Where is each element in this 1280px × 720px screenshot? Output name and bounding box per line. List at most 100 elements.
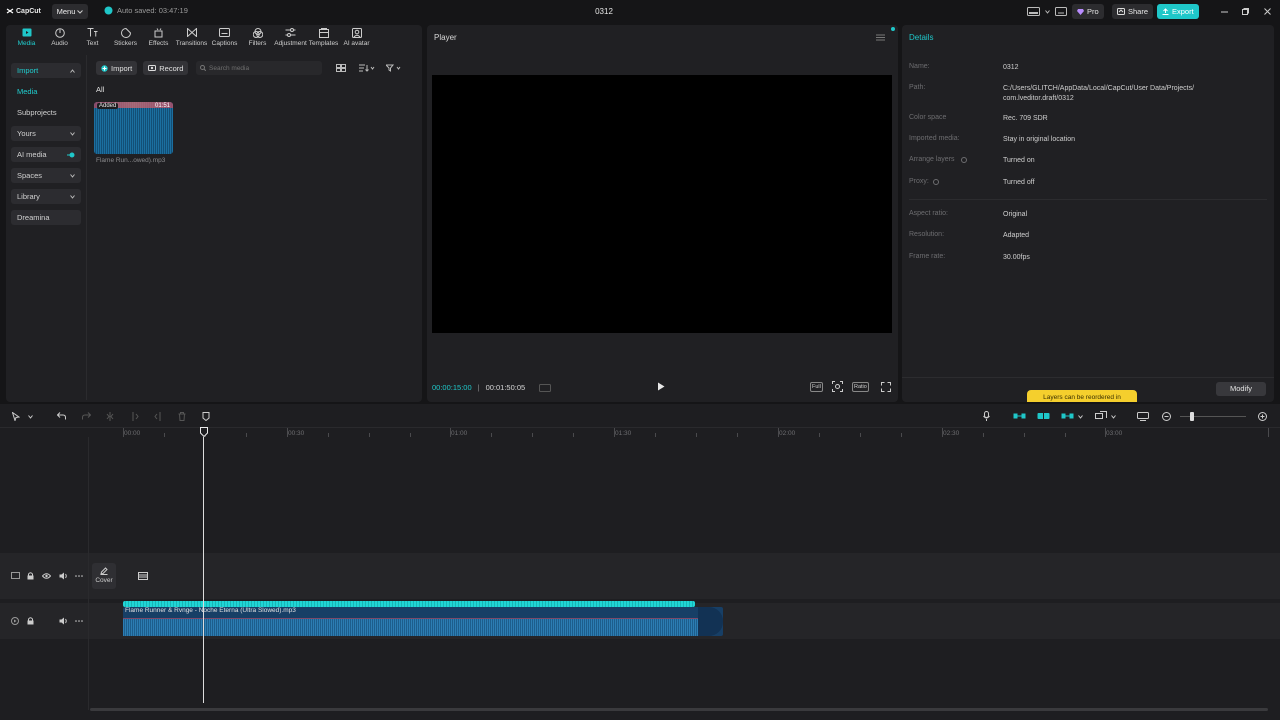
tab-media[interactable]: Media	[10, 27, 43, 51]
lock-icon[interactable]	[27, 572, 34, 580]
zoom-slider-handle[interactable]	[1190, 412, 1194, 421]
minimize-icon[interactable]	[1221, 11, 1228, 13]
cover-button[interactable]: Cover	[92, 563, 116, 589]
chevron-down-icon[interactable]	[1078, 415, 1083, 419]
split-icon[interactable]	[106, 412, 114, 421]
audio-fade-handle[interactable]	[698, 607, 723, 636]
caption-toggle-icon[interactable]	[1137, 412, 1149, 421]
sidebar-item-label: Spaces	[17, 171, 43, 180]
pro-button[interactable]: Pro	[1072, 4, 1104, 19]
ratio-button[interactable]: Ratio	[852, 382, 869, 392]
tab-adjustment[interactable]: Adjustment	[274, 27, 307, 51]
select-tool-icon[interactable]	[12, 412, 20, 421]
film-strip-icon	[138, 572, 148, 580]
player-menu-icon[interactable]	[876, 34, 885, 41]
sidebar-item-library[interactable]: Library	[11, 189, 81, 204]
detail-value: 0312	[1003, 64, 1019, 71]
media-item-audio[interactable]: Added 01:51	[94, 102, 173, 154]
timeline-scrollbar[interactable]	[90, 708, 1268, 711]
search-media-input[interactable]: Search media	[196, 61, 322, 75]
grid-view-icon[interactable]	[336, 64, 346, 72]
restore-icon[interactable]	[1242, 8, 1249, 15]
search-icon	[200, 65, 206, 71]
sidebar-item-import[interactable]: Import	[11, 63, 81, 78]
player-preview[interactable]	[432, 75, 892, 333]
playhead-line[interactable]	[203, 437, 204, 703]
tab-label: Adjustment	[274, 40, 307, 47]
marker-icon[interactable]	[202, 412, 210, 421]
layers-tooltip: Layers can be reordered in	[1027, 390, 1137, 402]
redo-icon[interactable]	[82, 412, 91, 420]
zoom-out-icon[interactable]	[1162, 412, 1171, 421]
share-button[interactable]: Share	[1112, 4, 1154, 19]
sidebar-item-ai-media[interactable]: AI media	[11, 147, 81, 162]
tab-transitions[interactable]: Transitions	[175, 27, 208, 51]
eye-icon[interactable]	[42, 573, 51, 579]
tab-stickers[interactable]: Stickers	[109, 27, 142, 51]
track-type-icon	[11, 572, 20, 579]
sort-icon[interactable]	[359, 64, 375, 72]
menu-label: Menu	[56, 7, 76, 16]
timecode-format-icon[interactable]	[539, 383, 552, 392]
filter-icon[interactable]	[386, 64, 402, 72]
zoom-in-icon[interactable]	[1258, 412, 1267, 421]
shortcuts-icon[interactable]	[1055, 7, 1067, 16]
audio-icon	[54, 27, 66, 38]
tab-templates[interactable]: Templates	[307, 27, 340, 51]
ruler-minor-tick	[164, 433, 165, 437]
sidebar-item-media[interactable]: Media	[11, 84, 81, 99]
preview-axis-icon[interactable]	[1095, 411, 1107, 421]
info-icon[interactable]	[961, 157, 967, 163]
tab-filters[interactable]: Filters	[241, 27, 274, 51]
main-track-magnet-icon[interactable]	[1013, 413, 1026, 419]
text-icon	[87, 27, 99, 38]
menu-button[interactable]: Menu	[52, 4, 88, 19]
close-icon[interactable]	[1264, 8, 1271, 15]
video-track-row	[0, 553, 1280, 599]
tab-captions[interactable]: Captions	[208, 27, 241, 51]
microphone-icon[interactable]	[983, 411, 990, 421]
tab-audio[interactable]: Audio	[43, 27, 76, 51]
play-icon[interactable]	[657, 382, 665, 391]
chevron-down-icon[interactable]	[28, 415, 33, 419]
sidebar-item-yours[interactable]: Yours	[11, 126, 81, 141]
undo-icon[interactable]	[57, 412, 66, 420]
ruler-label: 00:00	[124, 430, 141, 437]
export-button[interactable]: Export	[1157, 4, 1199, 19]
volume-icon[interactable]	[59, 617, 68, 625]
split-right-icon[interactable]	[154, 412, 162, 421]
import-button[interactable]: Import	[96, 61, 138, 75]
audio-track-icon	[11, 617, 19, 625]
volume-icon[interactable]	[59, 572, 68, 580]
chevron-down-icon[interactable]	[1111, 415, 1116, 419]
tab-effects[interactable]: Effects	[142, 27, 175, 51]
sidebar-item-subprojects[interactable]: Subprojects	[11, 105, 81, 120]
info-icon[interactable]	[933, 179, 939, 185]
filter-all-tab[interactable]: All	[96, 85, 104, 94]
sidebar-item-dreamina[interactable]: Dreamina	[11, 210, 81, 225]
tab-label: Media	[17, 40, 36, 47]
ruler-minor-tick	[819, 433, 820, 437]
share-label: Share	[1128, 7, 1149, 16]
modify-button[interactable]: Modify	[1216, 382, 1266, 396]
snapshot-icon[interactable]	[832, 381, 843, 392]
full-quality-button[interactable]: Full	[810, 382, 823, 392]
chevron-down-icon[interactable]	[1045, 9, 1050, 14]
more-options-icon[interactable]	[75, 620, 83, 622]
fullscreen-icon[interactable]	[881, 382, 891, 392]
lock-icon[interactable]	[27, 617, 34, 625]
audio-clip[interactable]: Flame Runner & Rvnge - Noche Eterna (Ult…	[123, 607, 723, 636]
record-button[interactable]: Record	[143, 61, 189, 75]
linkage-icon[interactable]	[1061, 413, 1074, 419]
sidebar-item-spaces[interactable]: Spaces	[11, 168, 81, 183]
tab-text[interactable]: Text	[76, 27, 109, 51]
delete-icon[interactable]	[178, 412, 186, 421]
more-options-icon[interactable]	[75, 575, 83, 577]
detail-value: Stay in original location	[1003, 136, 1075, 143]
playhead-handle-icon[interactable]	[200, 427, 208, 437]
auto-snap-icon[interactable]	[1037, 411, 1050, 421]
sidebar-item-label: Subprojects	[17, 108, 57, 117]
split-left-icon[interactable]	[131, 412, 139, 421]
tab-ai-avatar[interactable]: AI avatar	[340, 27, 373, 51]
layout-icon[interactable]	[1027, 7, 1040, 16]
